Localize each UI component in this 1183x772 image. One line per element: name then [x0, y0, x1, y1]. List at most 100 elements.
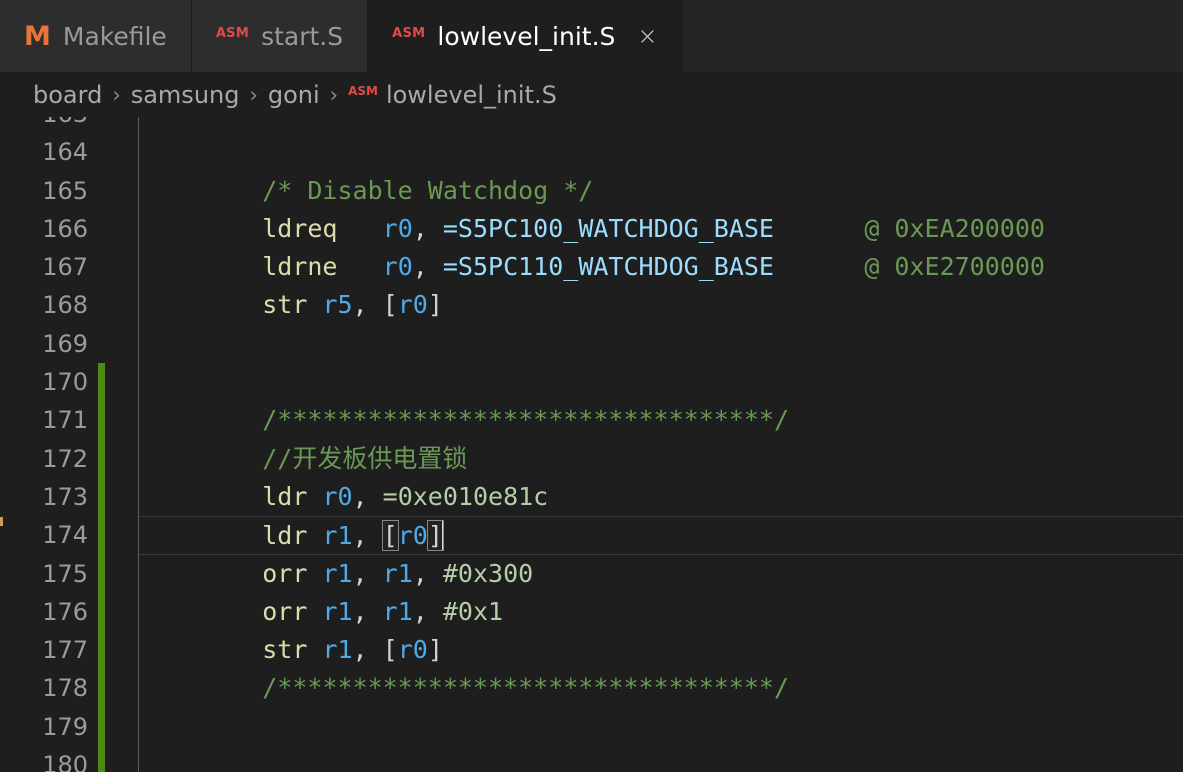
- editor-tab-lowlevel-init-s[interactable]: ASM lowlevel_init.S ×: [368, 0, 683, 72]
- git-gutter-empty: [98, 172, 105, 210]
- code-token: ,: [352, 481, 383, 511]
- code-tokens: ldr r0, =0xe010e81c: [139, 482, 548, 511]
- code-tokens: ldrne r0, =S5PC110_WATCHDOG_BASE @ 0xE27…: [139, 252, 1045, 281]
- code-token: r1: [322, 558, 353, 588]
- code-line-content[interactable]: str r1, [r0]: [139, 631, 1183, 669]
- breadcrumb-item-samsung[interactable]: samsung: [131, 81, 240, 109]
- code-line-content[interactable]: ldr r0, =0xe010e81c: [139, 478, 1183, 516]
- code-line-row[interactable]: 174 ldr r1, [r0]: [0, 516, 1183, 555]
- code-line-row[interactable]: 178 /*********************************/: [0, 669, 1183, 708]
- code-line-row[interactable]: 169: [0, 324, 1183, 364]
- code-line-row[interactable]: 172 //开发板供电置锁: [0, 439, 1183, 478]
- line-number: 169: [42, 329, 88, 358]
- code-line-row[interactable]: 165 /* Disable Watchdog */: [0, 171, 1183, 210]
- git-added-marker: [98, 707, 105, 747]
- code-line-row[interactable]: 179: [0, 707, 1183, 747]
- git-added-marker: [98, 746, 105, 772]
- editor-tab-makefile[interactable]: M Makefile: [0, 0, 192, 72]
- code-line-content[interactable]: ldr r1, [r0]: [139, 516, 1183, 555]
- code-tokens: ldr r1, [r0]: [139, 520, 444, 552]
- code-line-row[interactable]: 176 orr r1, r1, #0x1: [0, 592, 1183, 632]
- breadcrumb-item-goni[interactable]: goni: [268, 81, 320, 109]
- breadcrumb-item-lowlevel-init-s[interactable]: lowlevel_init.S: [386, 81, 557, 109]
- code-line-content[interactable]: [139, 117, 1183, 133]
- code-line-content[interactable]: [139, 708, 1183, 746]
- line-number: 165: [42, 176, 88, 205]
- breadcrumb: board › samsung › goni › ASM lowlevel_init.S: [0, 72, 1183, 117]
- editor-tab-start-s[interactable]: ASM start.S: [191, 0, 369, 72]
- code-line-content[interactable]: [139, 746, 1183, 772]
- line-number: 178: [42, 674, 88, 703]
- line-number: 171: [42, 406, 88, 435]
- line-number: 174: [42, 521, 88, 550]
- code-line-content[interactable]: [139, 363, 1183, 401]
- code-line-row[interactable]: 167 ldrne r0, =S5PC110_WATCHDOG_BASE @ 0…: [0, 248, 1183, 287]
- editor-tab-label: Makefile: [62, 21, 167, 51]
- code-token: =S5PC100_WATCHDOG_BASE: [442, 213, 774, 243]
- code-line-content[interactable]: orr r1, r1, #0x300: [139, 555, 1183, 593]
- editor-tab-label: lowlevel_init.S: [437, 21, 616, 51]
- text-cursor: [441, 520, 444, 551]
- code-token: r1: [322, 635, 353, 665]
- code-token: ,: [412, 596, 443, 626]
- code-line-row[interactable]: 180: [0, 746, 1183, 772]
- code-token: ,: [412, 252, 443, 282]
- code-line-row[interactable]: 164: [0, 133, 1183, 172]
- code-line-content[interactable]: ldrne r0, =S5PC110_WATCHDOG_BASE @ 0xE27…: [139, 248, 1183, 286]
- editor-tab-bar: M Makefile ASM start.S ASM lowlevel_init.S ×: [0, 0, 1183, 72]
- asm-file-icon: ASM: [348, 83, 378, 98]
- breadcrumb-item-board[interactable]: board: [33, 81, 102, 109]
- line-number: 180: [42, 751, 88, 772]
- code-token: ldr: [262, 481, 308, 511]
- code-line-row[interactable]: 168 str r5, [r0]: [0, 286, 1183, 325]
- code-token: =0xe010e81c: [382, 481, 549, 511]
- line-number: 166: [42, 214, 88, 243]
- code-tokens: /*********************************/: [139, 673, 789, 702]
- git-added-marker: [98, 669, 105, 708]
- code-line-content[interactable]: [139, 325, 1183, 363]
- git-gutter-empty: [98, 286, 105, 324]
- code-line-row[interactable]: 177 str r1, [r0]: [0, 631, 1183, 670]
- git-added-marker: [98, 477, 105, 517]
- code-token: r5: [322, 290, 353, 320]
- code-line-content[interactable]: str r5, [r0]: [139, 286, 1183, 324]
- asm-file-icon: ASM: [392, 25, 426, 41]
- code-line-row[interactable]: 173 ldr r0, =0xe010e81c: [0, 477, 1183, 517]
- git-gutter-empty: [98, 133, 105, 171]
- code-token: str: [262, 290, 308, 320]
- git-gutter-empty: [98, 117, 105, 133]
- code-token: /* Disable Watchdog */: [262, 175, 594, 205]
- code-scroll-container: 163164165 /* Disable Watchdog */166 ldre…: [0, 117, 1183, 772]
- code-token: ]: [427, 290, 443, 320]
- code-line-content[interactable]: /* Disable Watchdog */: [139, 172, 1183, 210]
- code-line-content[interactable]: /*********************************/: [139, 401, 1183, 439]
- code-line-row[interactable]: 166 ldreq r0, =S5PC100_WATCHDOG_BASE @ 0…: [0, 209, 1183, 249]
- code-line-row[interactable]: 175 orr r1, r1, #0x300: [0, 554, 1183, 593]
- code-line-content[interactable]: [139, 133, 1183, 171]
- git-added-marker: [98, 401, 105, 440]
- code-editor-area[interactable]: 163164165 /* Disable Watchdog */166 ldre…: [0, 117, 1183, 772]
- code-line-content[interactable]: /*********************************/: [139, 669, 1183, 707]
- close-icon[interactable]: ×: [637, 24, 657, 48]
- code-line-content[interactable]: ldreq r0, =S5PC100_WATCHDOG_BASE @ 0xEA2…: [139, 210, 1183, 248]
- code-line-row[interactable]: 171 /*********************************/: [0, 401, 1183, 440]
- code-token: , [: [352, 635, 398, 665]
- code-line-row[interactable]: 170: [0, 363, 1183, 402]
- code-tokens: /*********************************/: [139, 405, 789, 434]
- code-line-content[interactable]: //开发板供电置锁: [139, 440, 1183, 478]
- code-token: r1: [382, 596, 413, 626]
- code-line-row[interactable]: 163: [0, 117, 1183, 134]
- code-line-content[interactable]: orr r1, r1, #0x1: [139, 593, 1183, 631]
- code-token: =S5PC110_WATCHDOG_BASE: [442, 252, 774, 282]
- code-tokens: str r5, [r0]: [139, 290, 443, 319]
- code-token: ,: [352, 558, 383, 588]
- code-token: ldrne: [262, 252, 338, 282]
